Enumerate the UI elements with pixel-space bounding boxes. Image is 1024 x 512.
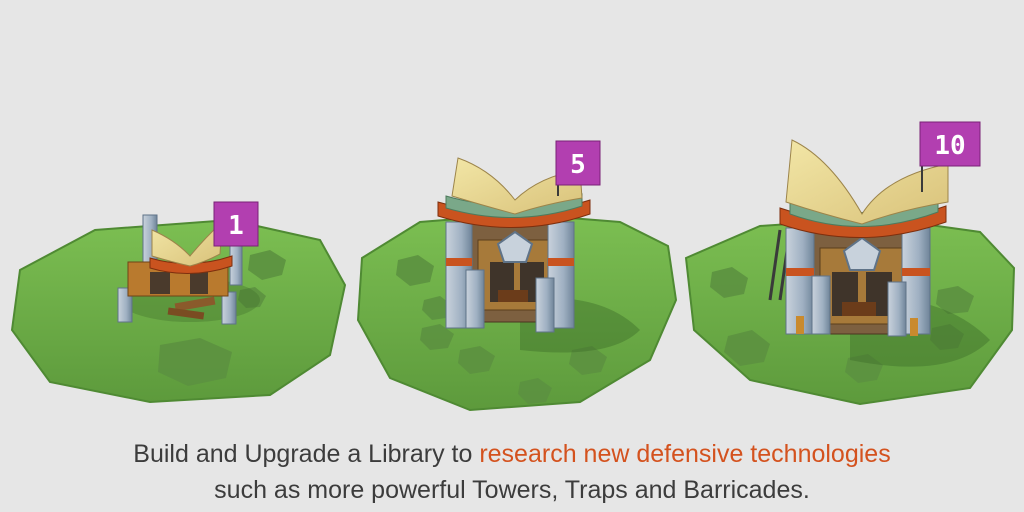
library-level-1: 1 [10,201,347,404]
stone-pillar [465,269,485,329]
stone-pillar [811,275,831,335]
library-level-5: 5 [356,140,678,412]
stone-pillar [221,291,237,325]
caption: Build and Upgrade a Library to research … [0,436,1024,508]
level-number: 5 [570,150,586,180]
caption-line-1: Build and Upgrade a Library to research … [0,436,1024,472]
caption-line-2: such as more powerful Towers, Traps and … [214,476,810,504]
library-level-scene: 1 5 10 [10,121,1016,412]
level-number: 10 [934,131,965,161]
stone-pillar [887,281,907,337]
library-level-10: 10 [684,121,1016,406]
level-badge-1: 1 [213,201,259,247]
caption-highlight: research new defensive technologies [479,440,891,468]
stone-pillar [535,277,555,333]
caption-text: Build and Upgrade a Library to [133,440,480,468]
promo-screen: 1 5 10 Build and Upgrade a Library to re… [0,0,1024,512]
level-number: 1 [228,211,244,241]
